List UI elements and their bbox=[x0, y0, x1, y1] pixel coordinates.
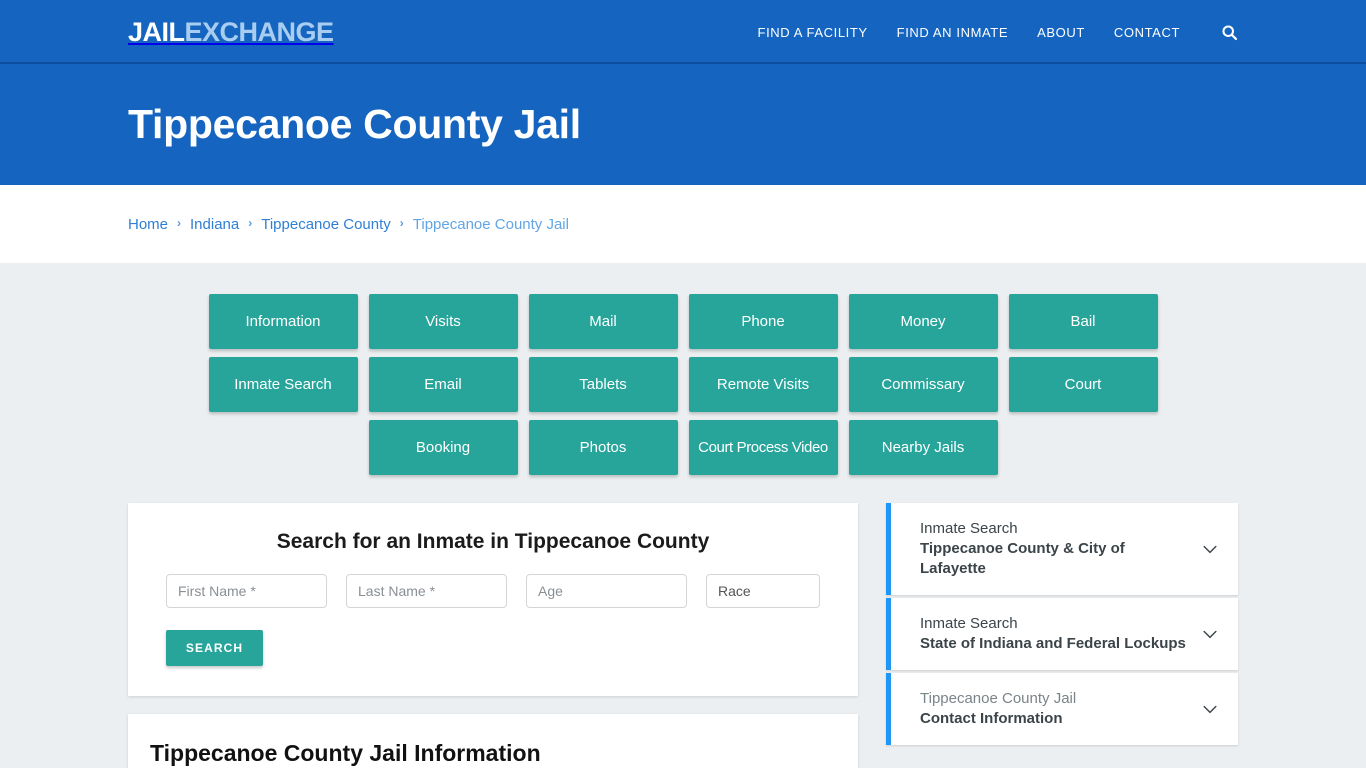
breadcrumb-item-indiana[interactable]: Indiana bbox=[190, 216, 239, 233]
section-button-court-process-video[interactable]: Court Process Video bbox=[688, 420, 838, 475]
accordion-inmate-search-county[interactable]: Inmate Search Tippecanoe County & City o… bbox=[886, 503, 1238, 595]
logo-text-jail: JAIL bbox=[128, 17, 185, 47]
breadcrumb-item-current[interactable]: Tippecanoe County Jail bbox=[413, 216, 569, 233]
right-sidebar: Inmate Search Tippecanoe County & City o… bbox=[886, 503, 1238, 745]
breadcrumb-item-home[interactable]: Home bbox=[128, 216, 168, 233]
accordion-label: Tippecanoe County Jail Contact Informati… bbox=[920, 689, 1190, 729]
accordion-line2: State of Indiana and Federal Lockups bbox=[920, 635, 1186, 652]
section-button-grid: Information Visits Mail Phone Money Bail… bbox=[133, 294, 1233, 475]
accordion-inmate-search-state[interactable]: Inmate Search State of Indiana and Feder… bbox=[886, 598, 1238, 670]
page-hero: Tippecanoe County Jail bbox=[0, 64, 1366, 185]
jail-information-card: Tippecanoe County Jail Information bbox=[128, 714, 858, 768]
nav-item-find-a-facility[interactable]: FIND A FACILITY bbox=[758, 25, 868, 40]
chevron-down-icon bbox=[1203, 545, 1217, 554]
section-button-booking[interactable]: Booking bbox=[368, 420, 518, 475]
age-input[interactable] bbox=[526, 574, 687, 608]
section-button-commissary[interactable]: Commissary bbox=[848, 357, 998, 412]
main-content: Information Visits Mail Phone Money Bail… bbox=[0, 263, 1366, 768]
left-column: Search for an Inmate in Tippecanoe Count… bbox=[128, 503, 858, 768]
section-button-bail[interactable]: Bail bbox=[1008, 294, 1158, 349]
nav-item-find-an-inmate[interactable]: FIND AN INMATE bbox=[897, 25, 1008, 40]
accordion-label: Inmate Search State of Indiana and Feder… bbox=[920, 614, 1190, 654]
top-navigation-bar: JAILEXCHANGE FIND A FACILITY FIND AN INM… bbox=[0, 0, 1366, 64]
accordion-label: Inmate Search Tippecanoe County & City o… bbox=[920, 519, 1190, 579]
chevron-right-icon: › bbox=[177, 216, 182, 230]
accordion-line2: Contact Information bbox=[920, 710, 1063, 727]
inmate-search-submit-button[interactable]: SEARCH bbox=[166, 630, 263, 666]
breadcrumb-bar: Home › Indiana › Tippecanoe County › Tip… bbox=[0, 185, 1366, 263]
section-button-court[interactable]: Court bbox=[1008, 357, 1158, 412]
jail-information-heading: Tippecanoe County Jail Information bbox=[150, 740, 541, 766]
section-button-remote-visits[interactable]: Remote Visits bbox=[688, 357, 838, 412]
accordion-line1: Inmate Search bbox=[920, 520, 1018, 537]
first-name-input[interactable] bbox=[166, 574, 327, 608]
race-select[interactable]: Race bbox=[706, 574, 820, 608]
accordion-contact-information[interactable]: Tippecanoe County Jail Contact Informati… bbox=[886, 673, 1238, 745]
main-nav: FIND A FACILITY FIND AN INMATE ABOUT CON… bbox=[758, 0, 1238, 64]
section-button-information[interactable]: Information bbox=[208, 294, 358, 349]
accordion-line1: Inmate Search bbox=[920, 615, 1018, 632]
last-name-input[interactable] bbox=[346, 574, 507, 608]
accordion-line2: Tippecanoe County & City of Lafayette bbox=[920, 540, 1125, 577]
accordion-line1: Tippecanoe County Jail bbox=[920, 690, 1077, 707]
content-columns: Search for an Inmate in Tippecanoe Count… bbox=[128, 503, 1238, 768]
breadcrumb-item-tippecanoe-county[interactable]: Tippecanoe County bbox=[261, 216, 391, 233]
nav-item-contact[interactable]: CONTACT bbox=[1114, 25, 1180, 40]
inmate-search-heading: Search for an Inmate in Tippecanoe Count… bbox=[276, 530, 710, 553]
section-button-tablets[interactable]: Tablets bbox=[528, 357, 678, 412]
section-button-mail[interactable]: Mail bbox=[528, 294, 678, 349]
section-button-photos[interactable]: Photos bbox=[528, 420, 678, 475]
section-button-phone[interactable]: Phone bbox=[688, 294, 838, 349]
logo-text-exchange: EXCHANGE bbox=[184, 17, 335, 47]
chevron-right-icon: › bbox=[248, 216, 253, 230]
site-logo[interactable]: JAILEXCHANGE bbox=[128, 17, 334, 47]
section-button-inmate-search[interactable]: Inmate Search bbox=[208, 357, 358, 412]
nav-search-button[interactable] bbox=[1220, 23, 1238, 41]
search-icon bbox=[1221, 24, 1237, 40]
section-button-money[interactable]: Money bbox=[848, 294, 998, 349]
section-button-nearby-jails[interactable]: Nearby Jails bbox=[848, 420, 998, 475]
chevron-down-icon bbox=[1203, 705, 1217, 714]
nav-item-about[interactable]: ABOUT bbox=[1037, 25, 1085, 40]
section-button-email[interactable]: Email bbox=[368, 357, 518, 412]
breadcrumb: Home › Indiana › Tippecanoe County › Tip… bbox=[128, 216, 569, 233]
page-title: Tippecanoe County Jail bbox=[128, 101, 581, 147]
inmate-search-fields: Race bbox=[148, 574, 838, 608]
inmate-search-card: Search for an Inmate in Tippecanoe Count… bbox=[128, 503, 858, 696]
section-button-visits[interactable]: Visits bbox=[368, 294, 518, 349]
chevron-right-icon: › bbox=[399, 216, 404, 230]
chevron-down-icon bbox=[1203, 630, 1217, 639]
